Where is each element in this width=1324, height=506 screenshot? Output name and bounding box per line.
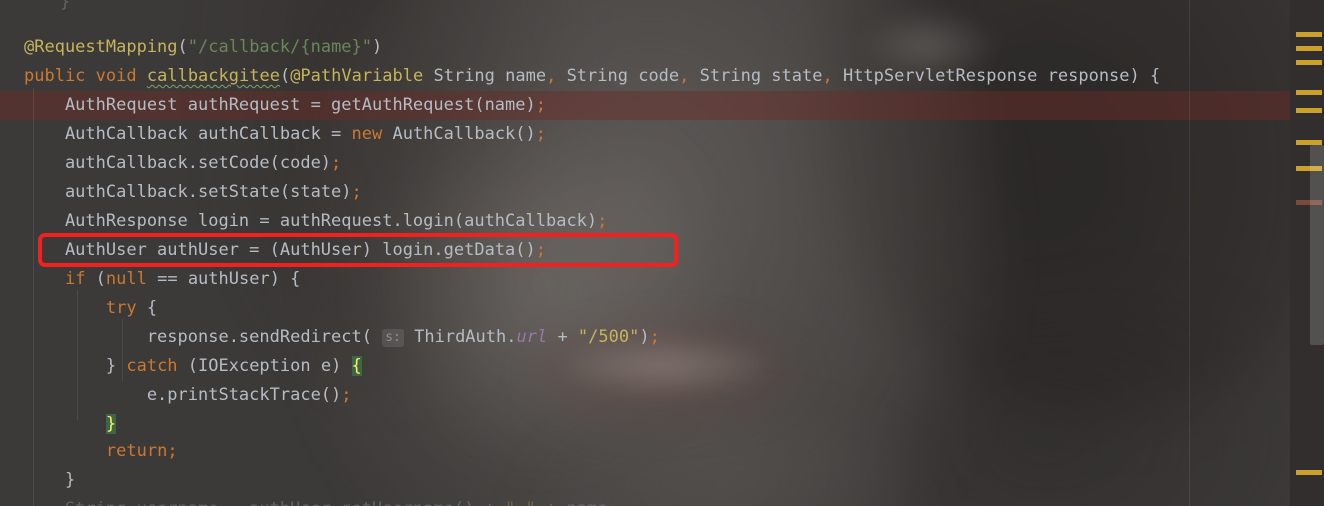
code-line[interactable]: authCallback.setCode(code); <box>0 149 341 178</box>
code-token: ; <box>597 211 608 231</box>
code-token: "/callback/{name}" <box>187 37 373 57</box>
code-token: ) { <box>1129 66 1161 86</box>
warning-marker[interactable] <box>1296 470 1322 475</box>
code-token: String state <box>689 66 823 86</box>
warning-marker[interactable] <box>1296 32 1322 37</box>
code-token: , <box>546 66 557 86</box>
code-token: response.sendRedirect( <box>24 327 383 347</box>
code-token: } <box>24 356 127 376</box>
code-token: } <box>105 414 117 434</box>
warning-marker[interactable] <box>1296 46 1322 51</box>
code-line[interactable]: String username = authUser.getUsername()… <box>0 495 618 506</box>
code-token: callbackgitee <box>146 66 280 86</box>
code-token: { <box>351 356 362 376</box>
code-token: void <box>95 66 137 86</box>
code-token: authCallback.setState(state) <box>24 182 352 202</box>
vertical-scrollbar-thumb[interactable] <box>1310 145 1324 345</box>
code-token: public <box>24 66 86 86</box>
warning-marker[interactable] <box>1296 108 1322 113</box>
code-token: String name <box>423 66 547 86</box>
code-token: @PathVariable <box>290 66 424 86</box>
code-token: (IOException e) <box>177 356 352 376</box>
code-token: AuthUser authUser = (AuthUser) login.get… <box>24 240 536 260</box>
warning-marker[interactable] <box>1296 90 1322 95</box>
code-token: String username = authUser.getUsername()… <box>24 499 505 506</box>
code-token: ( <box>279 66 291 86</box>
code-token: return <box>105 441 168 461</box>
code-line[interactable]: try { <box>0 294 157 323</box>
editor-text-area[interactable]: } @RequestMapping("/callback/{name}") publ… <box>0 0 1290 506</box>
code-token: ( <box>85 269 106 289</box>
code-token: , <box>822 66 833 86</box>
code-token: catch <box>126 356 178 376</box>
code-token: ; <box>331 153 342 173</box>
code-token: AuthCallback authCallback = <box>24 124 352 144</box>
code-token: ; <box>167 441 178 461</box>
code-line[interactable]: } catch (IOException e) { <box>0 352 362 381</box>
code-token: AuthResponse login = authRequest.login(a… <box>24 211 598 231</box>
warning-marker[interactable] <box>1296 60 1322 65</box>
code-token: new <box>351 124 383 144</box>
code-line[interactable]: e.printStackTrace(); <box>0 381 352 410</box>
code-token: @RequestMapping <box>24 37 178 57</box>
code-line[interactable]: } <box>0 466 75 495</box>
code-token: url <box>516 327 548 347</box>
code-token: authCallback.setCode(code) <box>24 153 332 173</box>
code-token: s: <box>382 329 404 347</box>
code-line[interactable]: AuthCallback authCallback = new AuthCall… <box>0 120 546 149</box>
code-token: null <box>105 269 147 289</box>
code-token: ; <box>341 385 352 405</box>
code-line[interactable]: AuthRequest authRequest = getAuthRequest… <box>0 91 546 120</box>
code-token: { <box>136 298 158 318</box>
code-line[interactable]: authCallback.setState(state); <box>0 178 362 207</box>
code-token: } <box>24 470 76 490</box>
code-token: AuthRequest authRequest = getAuthRequest… <box>24 95 536 115</box>
code-token: ThirdAuth. <box>403 327 517 347</box>
code-line[interactable]: @RequestMapping("/callback/{name}") <box>0 33 382 62</box>
code-token: "/500" <box>577 327 640 347</box>
code-line[interactable]: } <box>0 0 70 17</box>
code-token: } <box>60 0 71 12</box>
code-line[interactable]: AuthResponse login = authRequest.login(a… <box>0 207 607 236</box>
code-token: + name <box>536 499 607 506</box>
code-editor-screenshot: } @RequestMapping("/callback/{name}") publ… <box>0 0 1324 506</box>
code-line[interactable]: return; <box>0 437 178 466</box>
code-token: if <box>64 269 86 289</box>
code-line[interactable]: response.sendRedirect( s: ThirdAuth.url … <box>0 323 660 352</box>
code-token: ; <box>535 95 546 115</box>
code-token: ( <box>177 37 188 57</box>
code-token: ; <box>607 499 617 506</box>
code-lines[interactable]: } @RequestMapping("/callback/{name}") publ… <box>0 0 1290 506</box>
code-token: e.printStackTrace() <box>24 385 342 405</box>
code-token: ; <box>351 182 362 202</box>
code-token: ; <box>535 240 546 260</box>
code-line[interactable]: AuthUser authUser = (AuthUser) login.get… <box>0 236 546 265</box>
code-token: == authUser) { <box>146 269 301 289</box>
code-token: ) <box>372 37 383 57</box>
code-token: ; <box>535 124 547 144</box>
code-line[interactable]: if (null == authUser) { <box>0 265 300 294</box>
code-token: "-" <box>505 499 536 506</box>
code-token: ; <box>649 327 660 347</box>
code-line[interactable]: public void callbackgitee(@PathVariable … <box>0 62 1160 91</box>
code-token: try <box>105 298 137 318</box>
code-token: ) <box>639 327 650 347</box>
editor-error-stripe[interactable] <box>1290 0 1324 506</box>
code-token: HttpServletResponse response <box>832 66 1130 86</box>
code-token: + <box>547 327 578 347</box>
code-line[interactable]: } <box>0 410 117 439</box>
code-token: , <box>679 66 690 86</box>
code-token: AuthCallback() <box>382 124 536 144</box>
code-token: String code <box>556 66 680 86</box>
